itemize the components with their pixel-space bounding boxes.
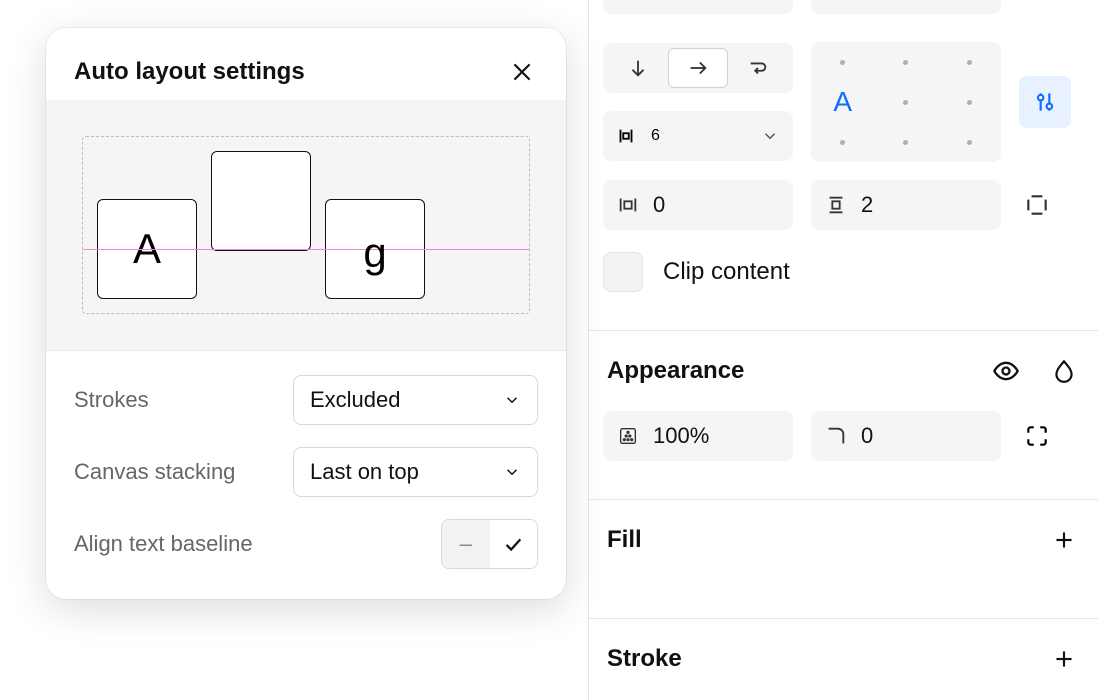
arrow-down-icon bbox=[627, 57, 649, 79]
padding-vertical-field[interactable]: 2 bbox=[811, 180, 1001, 230]
align-middle-left[interactable]: A bbox=[811, 82, 874, 122]
add-stroke-button[interactable] bbox=[1048, 643, 1080, 675]
wrap-icon bbox=[746, 57, 770, 79]
align-middle-right[interactable] bbox=[938, 82, 1001, 122]
strokes-select[interactable]: Excluded bbox=[293, 375, 538, 425]
field-cutoff-right[interactable] bbox=[811, 0, 1001, 14]
corner-radius-value: 0 bbox=[861, 423, 873, 449]
opacity-value: 100% bbox=[653, 423, 709, 449]
auto-layout-settings-button[interactable] bbox=[1019, 76, 1071, 128]
align-top-left[interactable] bbox=[811, 42, 874, 82]
align-top-center[interactable] bbox=[874, 42, 937, 82]
padding-horizontal-value: 0 bbox=[653, 192, 665, 218]
opacity-field[interactable]: 100% bbox=[603, 411, 793, 461]
align-top-right[interactable] bbox=[938, 42, 1001, 82]
appearance-title: Appearance bbox=[607, 357, 744, 385]
independent-corners-icon bbox=[1024, 423, 1050, 449]
opacity-icon bbox=[617, 425, 639, 447]
add-fill-button[interactable] bbox=[1048, 524, 1080, 556]
align-middle-center[interactable] bbox=[874, 82, 937, 122]
close-icon bbox=[509, 59, 535, 85]
auto-layout-settings-modal: Auto layout settings A g Strokes Exclude… bbox=[46, 28, 566, 599]
align-baseline-off[interactable]: – bbox=[442, 520, 490, 568]
fill-title: Fill bbox=[607, 526, 642, 554]
padding-vertical-value: 2 bbox=[861, 192, 873, 218]
direction-vertical-button[interactable] bbox=[608, 48, 668, 88]
corner-radius-field[interactable]: 0 bbox=[811, 411, 1001, 461]
close-button[interactable] bbox=[506, 56, 538, 88]
inspector-panel: 6 A 0 bbox=[588, 0, 1098, 700]
visibility-button[interactable] bbox=[990, 355, 1022, 387]
gap-value: 6 bbox=[651, 127, 660, 145]
align-bottom-center[interactable] bbox=[874, 122, 937, 162]
plus-icon bbox=[1051, 646, 1077, 672]
align-baseline-toggle: – bbox=[441, 519, 538, 569]
strokes-label: Strokes bbox=[74, 387, 149, 413]
canvas-stacking-value: Last on top bbox=[310, 459, 419, 485]
clip-content-label: Clip content bbox=[663, 258, 790, 286]
baseline-line bbox=[83, 249, 529, 250]
modal-preview: A g bbox=[46, 100, 566, 351]
canvas-stacking-label: Canvas stacking bbox=[74, 459, 235, 485]
droplet-icon bbox=[1051, 358, 1077, 384]
field-cutoff-left[interactable] bbox=[603, 0, 793, 14]
independent-corners-button[interactable] bbox=[1019, 418, 1055, 454]
blend-mode-button[interactable] bbox=[1048, 355, 1080, 387]
arrow-right-icon bbox=[687, 57, 709, 79]
padding-vertical-icon bbox=[825, 194, 847, 216]
padding-horizontal-field[interactable]: 0 bbox=[603, 180, 793, 230]
plus-icon bbox=[1051, 527, 1077, 553]
clip-content-checkbox[interactable] bbox=[603, 252, 643, 292]
align-bottom-left[interactable] bbox=[811, 122, 874, 162]
independent-sides-icon bbox=[1024, 192, 1050, 218]
corner-radius-icon bbox=[825, 425, 847, 447]
direction-wrap-button[interactable] bbox=[728, 48, 788, 88]
alignment-grid: A bbox=[811, 42, 1001, 162]
chevron-down-icon bbox=[761, 127, 779, 145]
chevron-down-icon bbox=[503, 463, 521, 481]
modal-title: Auto layout settings bbox=[74, 58, 305, 86]
check-icon bbox=[502, 533, 524, 555]
independent-sides-button[interactable] bbox=[1019, 187, 1055, 223]
canvas-stacking-select[interactable]: Last on top bbox=[293, 447, 538, 497]
sliders-icon bbox=[1032, 89, 1058, 115]
gap-icon bbox=[615, 125, 637, 147]
direction-horizontal-button[interactable] bbox=[668, 48, 728, 88]
strokes-value: Excluded bbox=[310, 387, 401, 413]
direction-segmented bbox=[603, 43, 793, 93]
preview-box-mid bbox=[211, 151, 311, 251]
padding-horizontal-icon bbox=[617, 194, 639, 216]
gap-field[interactable]: 6 bbox=[603, 111, 793, 161]
preview-frame: A g bbox=[82, 136, 530, 314]
align-baseline-label: Align text baseline bbox=[74, 531, 253, 557]
stroke-title: Stroke bbox=[607, 645, 682, 673]
align-bottom-right[interactable] bbox=[938, 122, 1001, 162]
align-baseline-on[interactable] bbox=[490, 520, 538, 568]
chevron-down-icon bbox=[503, 391, 521, 409]
eye-icon bbox=[992, 357, 1020, 385]
